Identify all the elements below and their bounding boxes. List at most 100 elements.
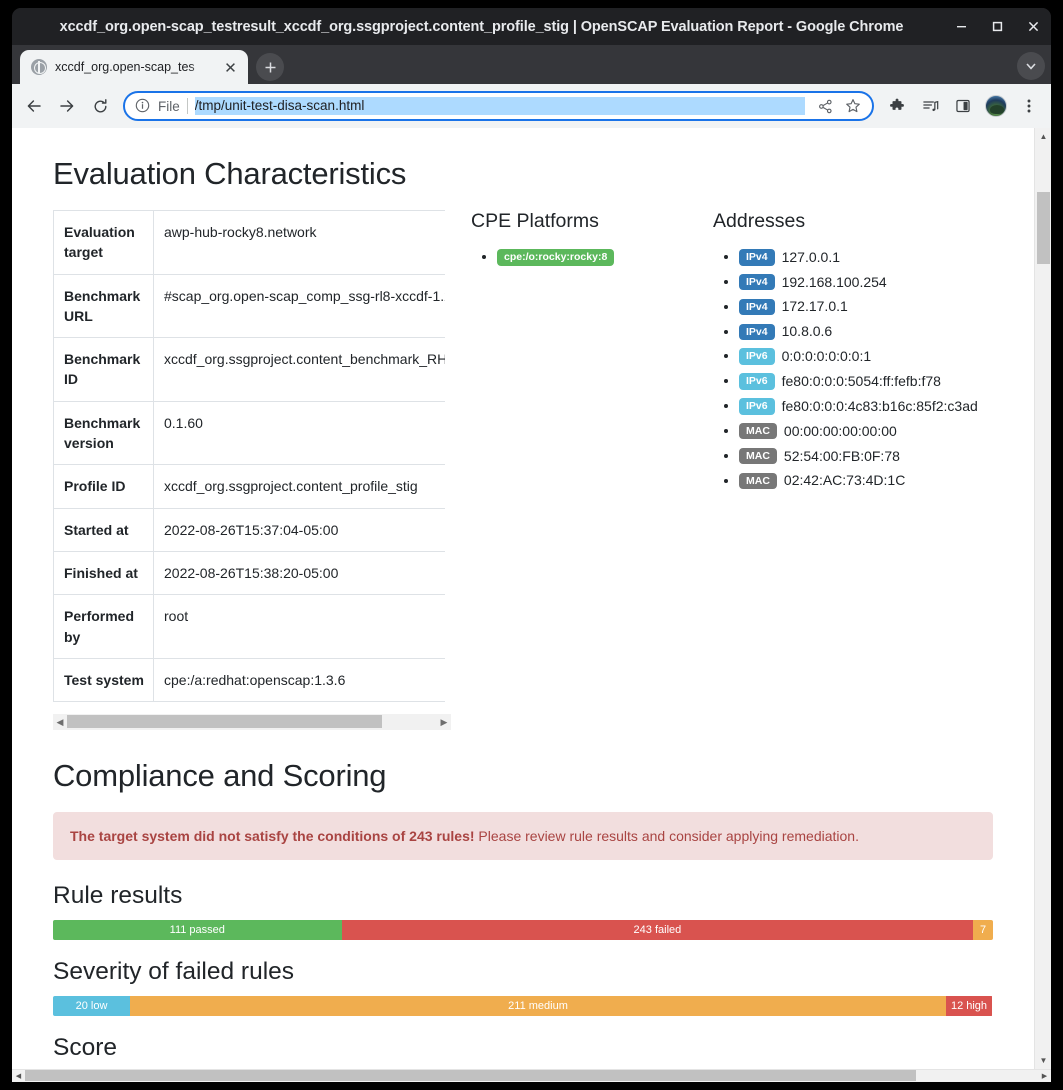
list-item: IPv6 fe80:0:0:0:5054:ff:fefb:f78 [739,369,993,393]
omnibox-actions [812,93,866,119]
table-row: Evaluation target awp-hub-rocky8.network [53,210,445,275]
row-label: Evaluation target [53,210,154,275]
row-label: Benchmark version [53,400,154,466]
minimize-button[interactable] [943,8,979,45]
row-value: root [153,594,445,659]
list-item: IPv4 127.0.0.1 [739,245,993,269]
list-item: IPv6 fe80:0:0:0:4c83:b16c:85f2:c3ad [739,394,993,418]
addresses-heading: Addresses [713,210,806,232]
tab-title: xccdf_org.open-scap_tes [55,60,195,74]
address-type-badge: IPv6 [739,348,775,365]
row-label: Benchmark ID [53,337,154,402]
address-value: 172.17.0.1 [781,298,848,315]
address-type-badge: MAC [739,472,777,490]
window-titlebar: xccdf_org.open-scap_testresult_xccdf_org… [12,8,1051,45]
page-vertical-scrollbar[interactable]: ▲ ▼ [1034,128,1051,1069]
kebab-menu-icon[interactable] [1013,90,1045,122]
severity-bar: 20 low 211 medium 12 high [53,996,993,1017]
address-value: 0:0:0:0:0:0:0:1 [781,348,872,365]
vertical-scrollbar-thumb[interactable] [1037,192,1050,264]
close-icon[interactable] [220,57,240,77]
evaluation-table-horizontal-scrollbar[interactable]: ◀ ▶ [53,714,451,731]
row-value: cpe:/a:redhat:openscap:1.3.6 [153,657,445,703]
cpe-platforms-column: CPE Platforms cpe:/o:rocky:rocky:8 [457,210,697,269]
row-label: Test system [53,657,154,703]
page-viewport: Evaluation Characteristics Evaluation ta… [12,128,1051,1082]
profile-avatar[interactable] [980,90,1012,122]
table-row: Started at 2022-08-26T15:37:04-05:00 [53,507,445,552]
avatar [985,95,1007,117]
address-value: 10.8.0.6 [781,323,833,340]
list-item: IPv4 10.8.0.6 [739,320,993,344]
address-type-badge: IPv4 [739,249,775,266]
table-row: Benchmark ID xccdf_org.ssgproject.conten… [53,337,445,402]
browser-tab[interactable]: xccdf_org.open-scap_tes [20,50,248,84]
address-value: 00:00:00:00:00:00 [783,422,897,439]
page-horizontal-scrollbar[interactable]: ◀ ▶ [12,1069,1051,1082]
severity-low-segment: 20 low [53,996,131,1017]
row-label: Benchmark URL [53,273,154,339]
row-label: Started at [53,507,154,552]
close-button[interactable] [1015,8,1051,45]
list-item: MAC 02:42:AC:73:4D:1C [739,469,993,493]
url-scheme-label: File [158,98,180,114]
scroll-right-arrow-icon[interactable]: ▶ [1038,1070,1051,1083]
scroll-right-arrow-icon[interactable]: ▶ [437,714,451,730]
back-button[interactable] [18,90,50,122]
addresses-list: IPv4 127.0.0.1 IPv4 192.168.100.254 IPv4 17… [713,245,993,492]
row-value: 0.1.60 [153,400,445,466]
extensions-icon[interactable] [881,90,913,122]
url-input[interactable]: /tmp/unit-test-disa-scan.html [194,97,805,115]
compliance-alert: The target system did not satisfy the co… [53,812,993,861]
browser-toolbar: File /tmp/unit-test-disa-scan.html [12,84,1051,128]
table-row: Performed by root [53,594,445,659]
openscap-report: Evaluation Characteristics Evaluation ta… [12,128,1034,1069]
info-circle-icon[interactable] [135,98,151,114]
list-item: IPv4 192.168.100.254 [739,270,993,294]
side-panel-icon[interactable] [947,90,979,122]
forward-button[interactable] [51,90,83,122]
bookmark-star-icon[interactable] [840,93,866,119]
evaluation-characteristics-table: Evaluation target awp-hub-rocky8.network… [53,210,445,703]
alert-rest-text: Please review rule results and consider … [474,828,859,845]
scrollbar-thumb[interactable] [67,715,382,729]
page-title: Evaluation Characteristics [53,156,407,191]
severity-high-segment: 12 high [945,996,993,1017]
top-row: Evaluation target awp-hub-rocky8.network… [53,210,993,731]
row-label: Performed by [53,594,154,659]
reload-button[interactable] [84,90,116,122]
score-heading: Score [53,1034,118,1062]
list-item: cpe:/o:rocky:rocky:8 [497,245,697,268]
severity-medium-segment: 211 medium [130,996,946,1017]
scroll-left-arrow-icon[interactable]: ◀ [12,1070,25,1083]
rule-results-bar: 111 passed 243 failed 7 [53,920,993,941]
scrollbar-track[interactable] [25,1069,1038,1083]
row-value: 2022-08-26T15:37:04-05:00 [153,507,445,552]
address-bar[interactable]: File /tmp/unit-test-disa-scan.html [123,91,874,121]
media-list-icon[interactable] [914,90,946,122]
scroll-down-arrow-icon[interactable]: ▼ [1035,1052,1051,1069]
address-type-badge: MAC [739,422,777,440]
list-item: MAC 00:00:00:00:00:00 [739,419,993,443]
table-row: Finished at 2022-08-26T15:38:20-05:00 [53,550,445,596]
address-type-badge: IPv6 [739,373,775,390]
rule-results-passed-segment: 111 passed [53,920,342,941]
scroll-left-arrow-icon[interactable]: ◀ [53,714,67,730]
new-tab-button[interactable] [256,53,284,81]
address-type-badge: IPv4 [739,323,775,341]
table-row: Test system cpe:/a:redhat:openscap:1.3.6 [53,657,445,703]
scrollbar-track[interactable] [67,714,437,730]
scroll-up-arrow-icon[interactable]: ▲ [1035,128,1051,145]
row-label: Profile ID [53,464,154,509]
share-icon[interactable] [812,93,838,119]
tab-strip: xccdf_org.open-scap_tes [12,45,1051,84]
horizontal-scrollbar-thumb[interactable] [25,1069,917,1081]
evaluation-table-scroll-area[interactable]: Evaluation target awp-hub-rocky8.network… [53,210,445,703]
row-label: Finished at [53,550,154,596]
table-row: Profile ID xccdf_org.ssgproject.content_… [53,464,445,509]
severity-heading: Severity of failed rules [53,958,295,986]
tab-search-button[interactable] [1017,52,1045,80]
address-type-badge: IPv6 [739,398,775,415]
table-row: Benchmark version 0.1.60 [53,400,445,466]
maximize-button[interactable] [979,8,1015,45]
